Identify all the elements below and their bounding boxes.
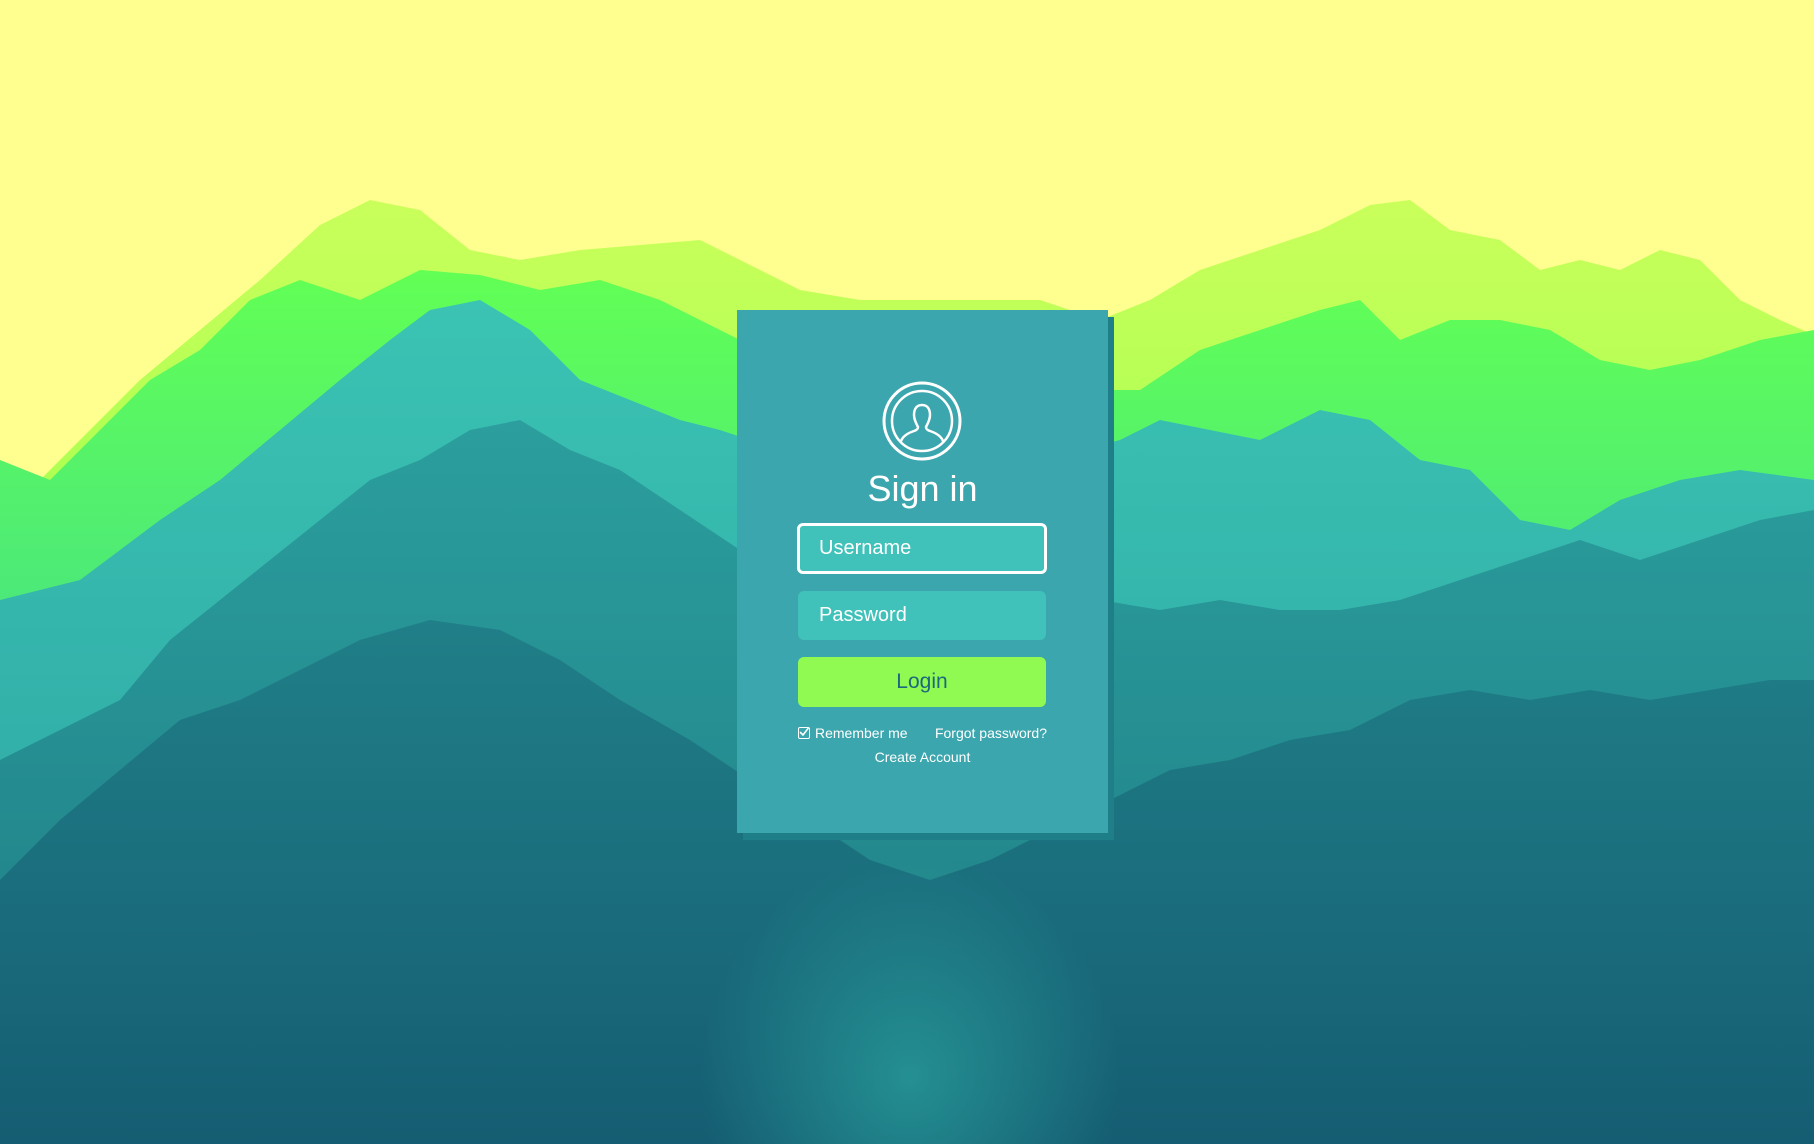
password-field[interactable] [798, 591, 1046, 640]
remember-me-checkbox[interactable]: Remember me [798, 725, 908, 741]
user-circle-icon [882, 381, 962, 461]
page-title: Sign in [867, 468, 978, 509]
checkbox-checked-icon[interactable] [798, 727, 810, 739]
remember-me-label: Remember me [815, 725, 908, 741]
forgot-password-link[interactable]: Forgot password? [935, 725, 1047, 741]
login-card: Sign in Login Remember me Forgot passwor… [737, 310, 1108, 833]
create-account-link[interactable]: Create Account [737, 749, 1108, 765]
login-button[interactable]: Login [798, 657, 1046, 707]
username-field[interactable] [797, 523, 1047, 574]
login-screen: Sign in Login Remember me Forgot passwor… [0, 0, 1814, 1144]
